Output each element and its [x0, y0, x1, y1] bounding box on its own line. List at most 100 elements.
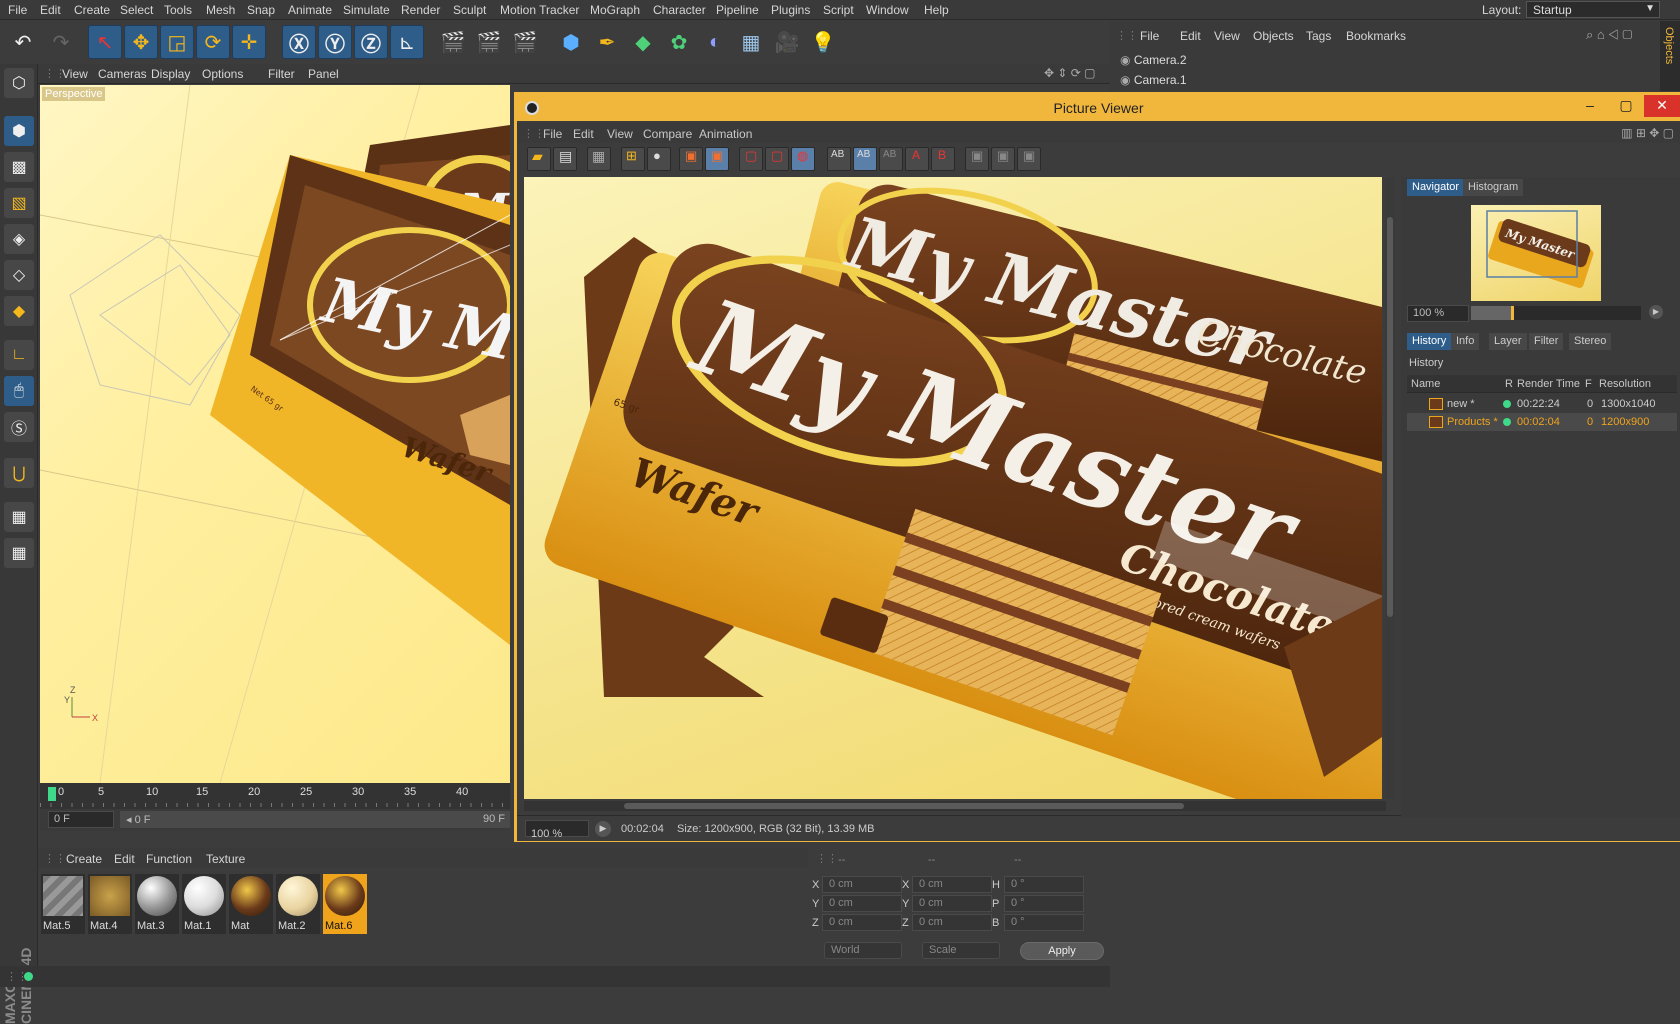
layout-quad-button[interactable]: ▣: [1017, 147, 1041, 171]
rotate-tool-button[interactable]: ⟳: [196, 25, 230, 59]
tab-histogram[interactable]: Histogram: [1463, 179, 1524, 196]
compare-diff-button[interactable]: AB: [879, 147, 903, 171]
material-item[interactable]: Mat.5: [41, 874, 85, 934]
material-item[interactable]: Mat.3: [135, 874, 179, 934]
tab-navigator[interactable]: Navigator: [1407, 179, 1465, 196]
menu-edit[interactable]: Edit: [40, 3, 61, 17]
objects-menu-view[interactable]: View: [1214, 29, 1240, 43]
menu-sculpt[interactable]: Sculpt: [453, 3, 486, 17]
object-row[interactable]: ◉ Camera.2: [1120, 53, 1187, 67]
cloner-button[interactable]: ✿: [662, 25, 696, 59]
object-row[interactable]: ◉ Camera.1: [1120, 73, 1187, 87]
render-view-button[interactable]: ▢: [765, 147, 789, 171]
close-button[interactable]: ✕: [1644, 95, 1680, 117]
navigator-zoom-field[interactable]: 100 %: [1407, 305, 1469, 322]
paste-button[interactable]: ▣: [705, 147, 729, 171]
scale-tool-button[interactable]: ◲: [160, 25, 194, 59]
objects-menu-edit[interactable]: Edit: [1180, 29, 1201, 43]
material-item[interactable]: Mat: [229, 874, 273, 934]
minimize-button[interactable]: –: [1572, 95, 1608, 117]
rotation-p-field[interactable]: 0 °: [1004, 895, 1084, 912]
solo-button[interactable]: Ⓢ: [4, 412, 34, 442]
horizontal-scrollbar[interactable]: [524, 801, 1386, 811]
zoom-field[interactable]: 100 %: [525, 820, 589, 840]
size-z-field[interactable]: 0 cm: [912, 914, 992, 931]
pv-menu-compare[interactable]: Compare: [643, 127, 692, 141]
play-icon[interactable]: ▶: [595, 821, 611, 837]
polygons-mode-button[interactable]: ◆: [4, 296, 34, 326]
compare-ab-button[interactable]: AB: [827, 147, 851, 171]
objects-menu-bookmarks[interactable]: Bookmarks: [1346, 29, 1406, 43]
tab-stereo[interactable]: Stereo: [1569, 333, 1612, 350]
region-button[interactable]: ⊞: [621, 147, 645, 171]
viewport-menu-options[interactable]: Options: [202, 67, 243, 81]
menu-simulate[interactable]: Simulate: [343, 3, 390, 17]
planar-workplane-button[interactable]: ▦: [4, 538, 34, 568]
objects-side-tab[interactable]: Objects: [1660, 21, 1680, 91]
menu-file[interactable]: File: [8, 3, 27, 17]
copy-button[interactable]: ▣: [679, 147, 703, 171]
material-menu-create[interactable]: Create: [66, 852, 102, 866]
grid-button[interactable]: ▦: [587, 147, 611, 171]
tab-history[interactable]: History: [1407, 333, 1452, 350]
menu-pipeline[interactable]: Pipeline: [716, 3, 759, 17]
material-menu-edit[interactable]: Edit: [114, 852, 135, 866]
history-row[interactable]: new * 00:22:24 0 1300x1040: [1407, 395, 1677, 413]
menu-mesh[interactable]: Mesh: [206, 3, 235, 17]
tab-layer[interactable]: Layer: [1489, 333, 1527, 350]
viewport-menu-panel[interactable]: Panel: [308, 67, 339, 81]
menu-motion-tracker[interactable]: Motion Tracker: [500, 3, 579, 17]
timeline[interactable]: 0 5 10 15 20 25 30 35 40: [40, 783, 510, 809]
deformer-button[interactable]: ◐: [698, 25, 732, 59]
rotation-b-field[interactable]: 0 °: [1004, 914, 1084, 931]
y-axis-button[interactable]: Ⓨ: [318, 25, 352, 59]
axis-mode-button[interactable]: ∟: [4, 340, 34, 370]
objects-menu-objects[interactable]: Objects: [1253, 29, 1294, 43]
pv-menu-file[interactable]: File: [543, 127, 562, 141]
viewport-menu-filter[interactable]: Filter: [268, 67, 295, 81]
subdivision-button[interactable]: ◆: [626, 25, 660, 59]
pv-menu-view[interactable]: View: [607, 127, 633, 141]
viewport-menu-display[interactable]: Display: [151, 67, 190, 81]
edges-mode-button[interactable]: ◇: [4, 260, 34, 290]
menu-render[interactable]: Render: [401, 3, 440, 17]
3d-viewport[interactable]: Perspective M My Ma Net 65 gr Wafer Z Y …: [40, 85, 510, 783]
lock-workplane-button[interactable]: ▦: [4, 502, 34, 532]
layout-select[interactable]: Startup ▼: [1526, 1, 1660, 18]
apply-button[interactable]: Apply: [1020, 942, 1104, 960]
set-b-button[interactable]: B: [931, 147, 955, 171]
tweak-mode-button[interactable]: 🖱: [4, 376, 34, 406]
material-menu-texture[interactable]: Texture: [206, 852, 245, 866]
set-a-button[interactable]: A: [905, 147, 929, 171]
pv-menu-animation[interactable]: Animation: [699, 127, 752, 141]
play-icon[interactable]: ▶: [1649, 305, 1663, 319]
render-region-button[interactable]: ▢: [739, 147, 763, 171]
position-x-field[interactable]: 0 cm: [822, 876, 902, 893]
workplane-mode-button[interactable]: ▧: [4, 188, 34, 218]
material-item-selected[interactable]: Mat.6: [323, 874, 367, 934]
current-frame-field[interactable]: 0 F: [48, 811, 114, 828]
menu-plugins[interactable]: Plugins: [771, 3, 810, 17]
make-editable-button[interactable]: ⬡: [4, 68, 34, 98]
objects-menu-tags[interactable]: Tags: [1306, 29, 1331, 43]
size-x-field[interactable]: 0 cm: [912, 876, 992, 893]
world-select[interactable]: World: [824, 942, 902, 959]
position-y-field[interactable]: 0 cm: [822, 895, 902, 912]
vertical-scrollbar[interactable]: [1385, 177, 1395, 799]
texture-mode-button[interactable]: ▩: [4, 152, 34, 182]
camera-button[interactable]: 🎥: [770, 25, 804, 59]
render-objects-button[interactable]: ◍: [791, 147, 815, 171]
cube-button[interactable]: ⬢: [554, 25, 588, 59]
layout-single-button[interactable]: ▣: [965, 147, 989, 171]
pv-layout-icons[interactable]: ▥ ⊞ ✥ ▢: [1621, 126, 1674, 140]
material-item[interactable]: Mat.1: [182, 874, 226, 934]
menu-window[interactable]: Window: [866, 3, 909, 17]
playhead[interactable]: [48, 787, 56, 801]
render-settings-button[interactable]: 🎬: [508, 25, 542, 59]
render-view-button[interactable]: 🎬: [436, 25, 470, 59]
history-row-selected[interactable]: Products * 00:02:04 0 1200x900: [1407, 413, 1677, 431]
undo-button[interactable]: ↶: [6, 25, 40, 59]
position-z-field[interactable]: 0 cm: [822, 914, 902, 931]
select-tool-button[interactable]: ↖: [88, 25, 122, 59]
live-select-button[interactable]: ✛: [232, 25, 266, 59]
